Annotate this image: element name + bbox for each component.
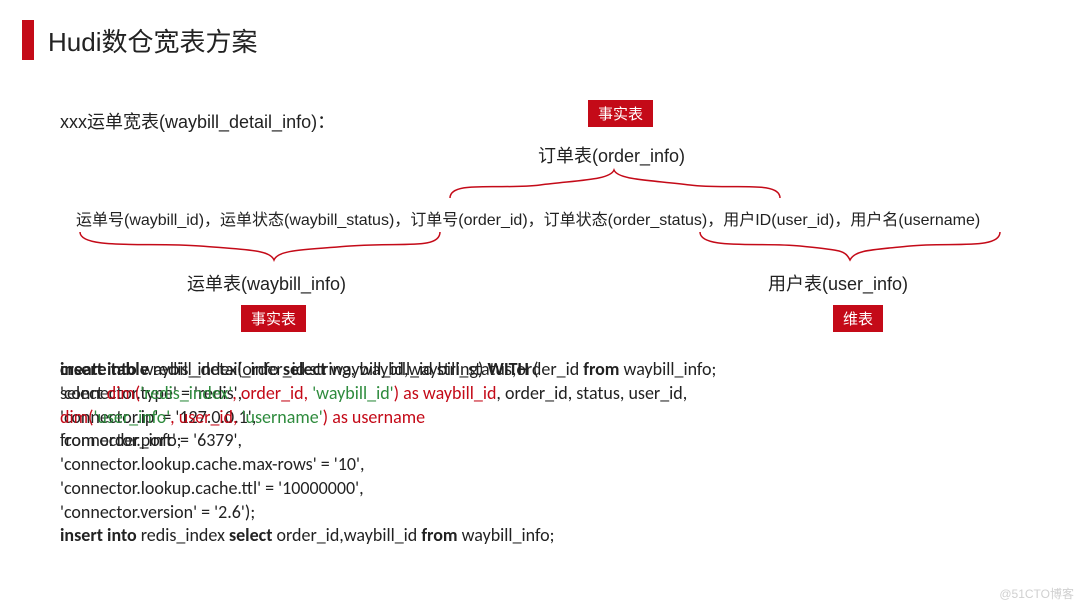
badge-fact-top: 事实表 xyxy=(588,100,653,127)
code-text: , order_id, status, user_id, xyxy=(496,382,687,404)
code-text: , user_id, xyxy=(170,406,241,428)
fn-dim: dim xyxy=(107,382,135,404)
watermark: @51CTO博客 xyxy=(999,585,1074,602)
label-waybill-table: 运单表(waybill_info) xyxy=(187,270,346,296)
code-line: 'connector.lookup.cache.max-rows' = '10'… xyxy=(60,453,554,477)
code-text: select xyxy=(60,382,107,404)
str-lit: 'redis_index' xyxy=(140,382,232,404)
code-text: ) as waybill_id xyxy=(394,382,497,404)
str-lit: 'user_info' xyxy=(93,406,170,428)
code-text: waybill_detail_info xyxy=(137,358,283,380)
kw-from: from xyxy=(421,524,457,546)
code-text: ) as username xyxy=(323,406,425,428)
code-line: 'connector.version' = '2.6'); xyxy=(60,501,554,525)
str-lit: 'username' xyxy=(242,406,323,428)
subtitle: xxx运单宽表(waybill_detail_info)： xyxy=(60,108,335,134)
code-text: waybill_info; xyxy=(458,524,555,546)
code-layer-2: insert into waybill_detail_info select w… xyxy=(60,358,716,453)
code-line: 'connector.lookup.cache.ttl' = '10000000… xyxy=(60,477,554,501)
kw-select2: select xyxy=(283,358,327,380)
kw-insert: insert into xyxy=(60,524,137,546)
kw-insert2: insert into xyxy=(60,358,137,380)
badge-fact-left: 事实表 xyxy=(241,305,306,332)
code-text: , order_id, xyxy=(232,382,312,404)
label-user-table: 用户表(user_info) xyxy=(768,270,908,296)
kw-select: select xyxy=(229,524,273,546)
kw-from2: from xyxy=(583,358,619,380)
label-order-table: 订单表(order_info) xyxy=(538,142,685,168)
str-lit: 'waybill_id' xyxy=(312,382,393,404)
code-text: waybill_info; xyxy=(619,358,716,380)
fields-row: 运单号(waybill_id)，运单状态(waybill_status)，订单号… xyxy=(76,206,980,230)
page-title: Hudi数仓宽表方案 xyxy=(48,22,257,59)
code-text: order_id,waybill_id xyxy=(272,524,421,546)
code-text: waybill_id,waybill_status,order_id xyxy=(326,358,583,380)
badge-dim-right: 维表 xyxy=(833,305,883,332)
code-text: redis_index xyxy=(137,524,229,546)
accent-bar xyxy=(22,20,34,60)
fn-dim2: dim xyxy=(60,406,88,428)
code-line: from order_info; xyxy=(60,429,716,453)
